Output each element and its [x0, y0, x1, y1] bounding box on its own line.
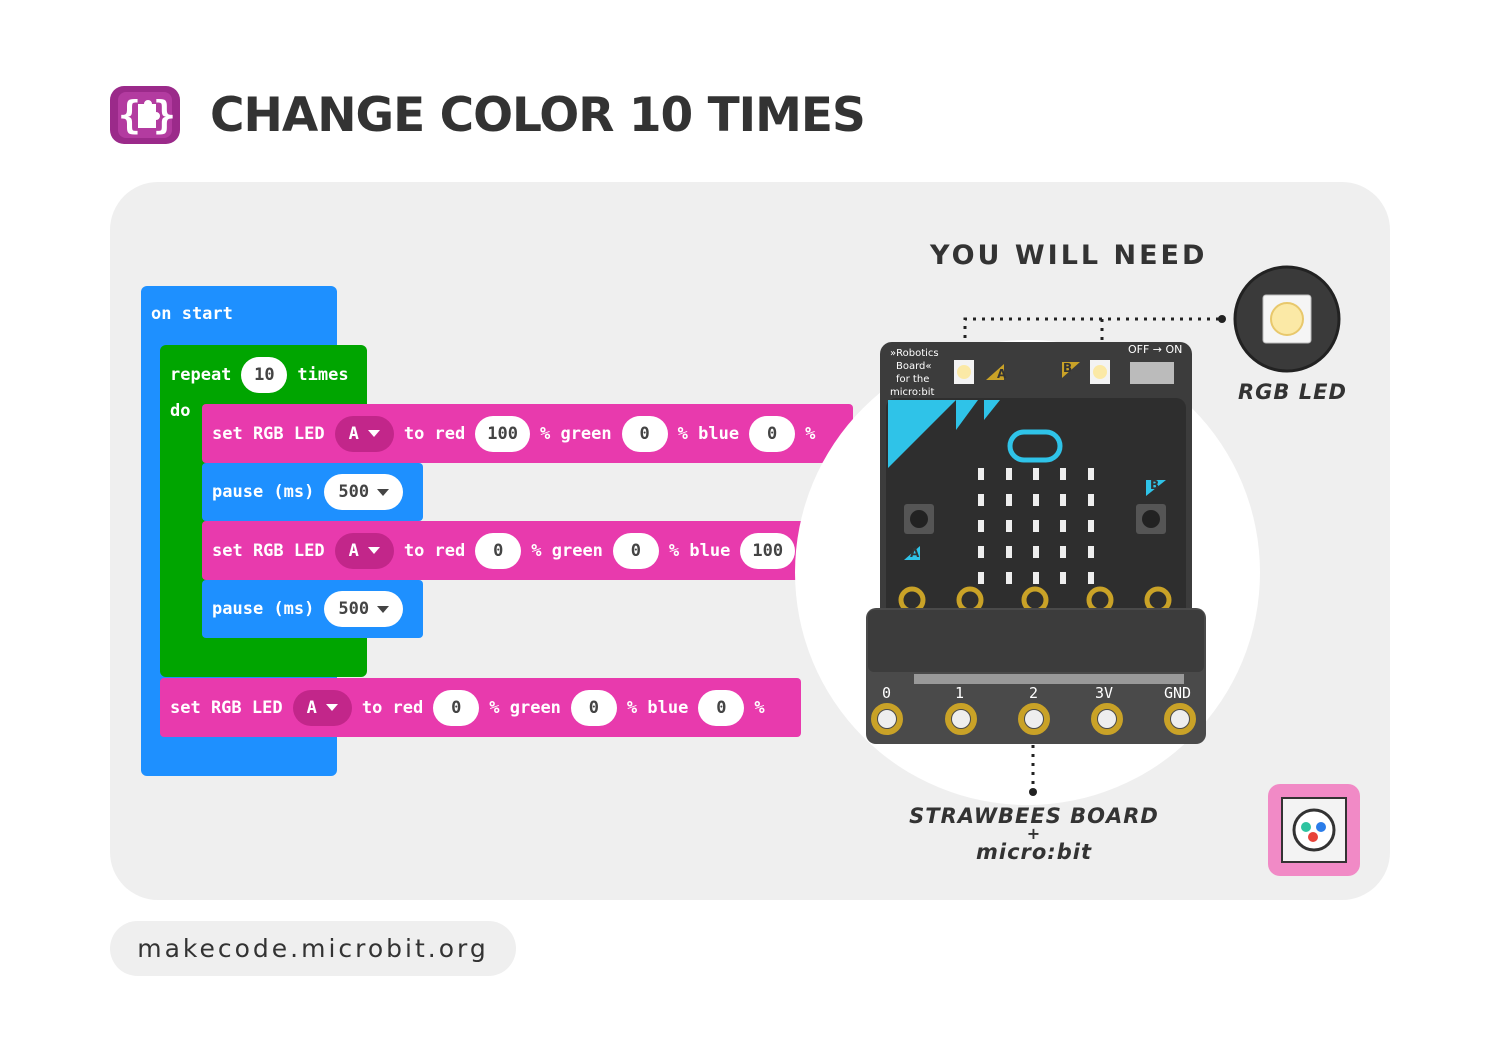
- button-b-badge: B: [1063, 361, 1073, 375]
- board-brand-text: »Robotics Board« for the micro:bit: [890, 348, 939, 398]
- pin-label: 2: [1029, 684, 1039, 702]
- button-b-label: B: [1150, 478, 1160, 492]
- button-a-badge: A: [997, 367, 1007, 381]
- pin-label: GND: [1164, 684, 1192, 702]
- rgb-led-icon: [1233, 265, 1341, 373]
- strawbees-board-label: STRAWBEES BOARD + micro:bit: [909, 804, 1159, 864]
- button-a-label: A: [910, 546, 920, 560]
- rgb-led-label: RGB LED: [1238, 380, 1347, 404]
- pin-label: 3V: [1095, 684, 1114, 702]
- footer-url-link[interactable]: makecode.microbit.org: [110, 921, 516, 976]
- connector-lines: [963, 315, 1226, 796]
- pin-label: 1: [955, 684, 965, 702]
- pin-labels: 0 1 2 3V GND: [880, 684, 1200, 704]
- power-switch-label: OFF → ON: [1128, 343, 1183, 356]
- rgb-color-badge-icon: [1268, 784, 1360, 876]
- pin-label: 0: [882, 684, 892, 702]
